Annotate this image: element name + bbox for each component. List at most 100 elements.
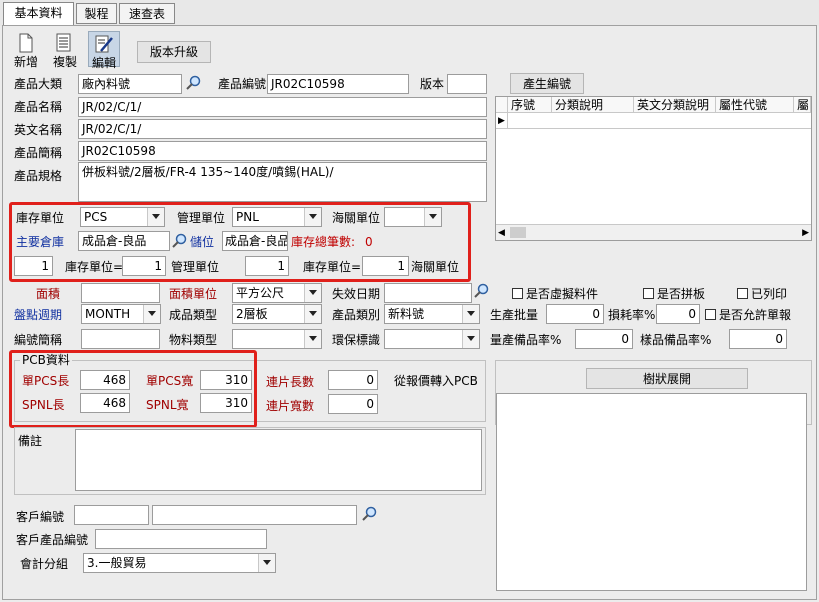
cycle-select[interactable]: MONTH <box>81 304 161 324</box>
search-icon[interactable] <box>362 506 378 522</box>
tab-process[interactable]: 製程 <box>76 3 117 24</box>
mgmt-qty-input[interactable]: 1 <box>122 256 166 276</box>
code-short-input[interactable] <box>81 329 160 349</box>
version-input[interactable] <box>447 74 487 94</box>
customs-qty-input[interactable]: 1 <box>362 256 409 276</box>
customer-code-input[interactable] <box>74 505 149 525</box>
new-button[interactable]: 新增 <box>11 33 41 70</box>
panel-length-label: SPNL長 <box>22 398 65 412</box>
account-group-value: 3.一般貿易 <box>87 556 147 570</box>
tab-basic-info[interactable]: 基本資料 <box>3 2 74 25</box>
mgmt-unit-label: 管理單位 <box>177 211 226 225</box>
product-category-select[interactable]: 新料號 <box>384 304 480 324</box>
customer-name-input[interactable] <box>152 505 357 525</box>
fg-type-select[interactable]: 2層板 <box>232 304 322 324</box>
panel-width-input[interactable]: 310 <box>200 393 252 413</box>
scroll-left-icon[interactable]: ◀ <box>498 228 505 238</box>
env-label-select[interactable] <box>384 329 480 349</box>
chevron-down-icon[interactable] <box>304 208 321 226</box>
chevron-down-icon[interactable] <box>462 330 479 348</box>
virtual-item-label: 是否虛擬料件 <box>526 287 599 301</box>
search-icon[interactable] <box>172 233 188 249</box>
allow-report-checkbox[interactable] <box>705 309 716 320</box>
customer-code-label: 客戶編號 <box>16 510 65 524</box>
chevron-down-icon[interactable] <box>304 305 321 323</box>
conversion-label-1: 庫存單位= <box>65 260 124 274</box>
conversion-label-2: 庫存單位= <box>303 260 362 274</box>
pcs-length-input[interactable]: 468 <box>80 370 130 390</box>
code-input[interactable]: JR02C10598 <box>267 74 409 94</box>
spec-input[interactable]: 併板料號/2層板/FR-4 135~140度/噴錫(HAL)/ <box>78 162 487 202</box>
pcs-width-label: 單PCS寬 <box>146 374 194 388</box>
english-name-input[interactable]: JR/02/C/1/ <box>78 119 487 139</box>
expire-date-input[interactable] <box>384 283 472 303</box>
english-name-label: 英文名稱 <box>14 123 63 137</box>
scroll-right-icon[interactable]: ▶ <box>802 228 809 238</box>
chevron-down-icon[interactable] <box>304 284 321 302</box>
main-warehouse-input[interactable]: 成品倉-良品 <box>78 231 170 251</box>
panel-width-label: SPNL寬 <box>146 398 189 412</box>
generate-code-button[interactable]: 產生編號 <box>510 73 584 94</box>
link-length-input[interactable]: 0 <box>328 370 378 390</box>
edit-icon <box>95 35 113 53</box>
loss-rate-label: 損耗率% <box>608 308 656 322</box>
spare-rate-input[interactable]: 0 <box>575 329 633 349</box>
grid-header-more[interactable]: 屬 <box>794 97 811 113</box>
chevron-down-icon[interactable] <box>147 208 164 226</box>
grid-horizontal-scrollbar[interactable]: ◀ ▶ <box>496 224 811 240</box>
grid-header-en-desc[interactable]: 英文分類說明 <box>634 97 716 113</box>
tree-view[interactable] <box>496 393 807 591</box>
sample-rate-input[interactable]: 0 <box>729 329 787 349</box>
virtual-item-checkbox[interactable] <box>512 288 523 299</box>
customer-product-code-input[interactable] <box>95 529 267 549</box>
chevron-down-icon[interactable] <box>143 305 160 323</box>
category-input[interactable]: 廠內料號 <box>78 74 182 94</box>
stock-unit-select[interactable]: PCS <box>80 207 165 227</box>
sample-rate-label: 樣品備品率% <box>640 333 712 347</box>
account-group-select[interactable]: 3.一般貿易 <box>83 553 276 573</box>
area-unit-select[interactable]: 平方公尺 <box>232 283 322 303</box>
classification-grid[interactable]: 序號 分類說明 英文分類說明 屬性代號 屬 ▶ ◀ ▶ <box>495 96 812 241</box>
printed-checkbox[interactable] <box>737 288 748 299</box>
search-icon[interactable] <box>474 283 490 299</box>
stock-qty-input-2[interactable]: 1 <box>245 256 289 276</box>
cycle-value: MONTH <box>85 307 131 321</box>
panel-checkbox[interactable] <box>643 288 654 299</box>
material-type-select[interactable] <box>232 329 322 349</box>
chevron-down-icon[interactable] <box>424 208 441 226</box>
area-unit-label: 面積單位 <box>169 287 218 301</box>
convert-from-quote-label: 從報價轉入PCB <box>394 374 478 388</box>
tree-expand-button[interactable]: 樹狀展開 <box>586 368 748 389</box>
loss-rate-input[interactable]: 0 <box>656 304 700 324</box>
bin-input[interactable]: 成品倉-良品 <box>222 231 288 251</box>
expire-date-label: 失效日期 <box>332 287 381 301</box>
short-name-input[interactable]: JR02C10598 <box>78 141 487 161</box>
grid-header-desc[interactable]: 分類說明 <box>552 97 634 113</box>
customs-unit-select[interactable] <box>384 207 442 227</box>
mgmt-unit-select[interactable]: PNL <box>232 207 322 227</box>
chevron-down-icon[interactable] <box>258 554 275 572</box>
grid-new-row[interactable] <box>508 113 811 129</box>
remark-input[interactable] <box>75 429 482 491</box>
grid-header-attr-code[interactable]: 屬性代號 <box>716 97 794 113</box>
code-label: 產品編號 <box>218 77 267 91</box>
edit-button[interactable]: 編輯 <box>88 31 120 70</box>
search-icon[interactable] <box>186 75 202 91</box>
grid-header-seq[interactable]: 序號 <box>508 97 552 113</box>
copy-button[interactable]: 複製 <box>50 33 80 70</box>
account-group-label: 會計分組 <box>20 557 69 571</box>
stock-total-label: 庫存總筆數: <box>291 235 356 249</box>
stock-qty-input-1[interactable]: 1 <box>14 256 53 276</box>
name-input[interactable]: JR/02/C/1/ <box>78 97 487 117</box>
panel-length-input[interactable]: 468 <box>80 393 130 413</box>
batch-input[interactable]: 0 <box>546 304 604 324</box>
pcs-width-input[interactable]: 310 <box>200 370 252 390</box>
area-input[interactable] <box>81 283 160 303</box>
short-name-label: 產品簡稱 <box>14 146 63 160</box>
version-upgrade-button[interactable]: 版本升級 <box>137 41 211 63</box>
chevron-down-icon[interactable] <box>304 330 321 348</box>
scrollbar-thumb[interactable] <box>510 227 526 238</box>
tab-quick-lookup[interactable]: 速查表 <box>119 3 175 24</box>
link-width-input[interactable]: 0 <box>328 394 378 414</box>
chevron-down-icon[interactable] <box>462 305 479 323</box>
